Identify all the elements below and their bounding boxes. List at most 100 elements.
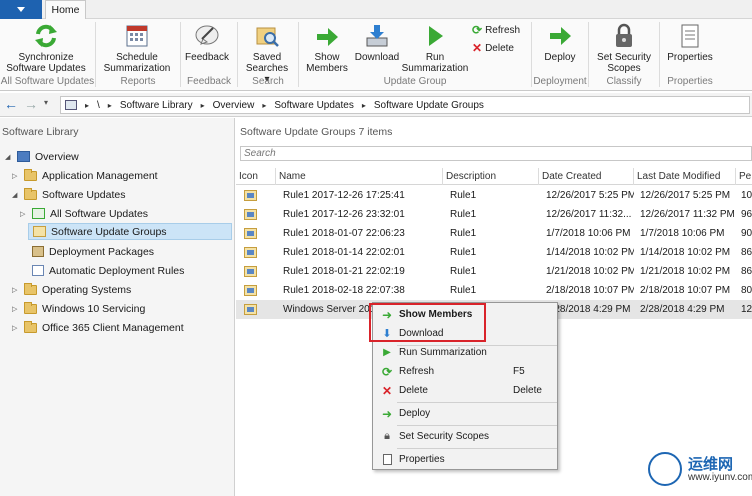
group-label-all-software-updates: All Software Updates — [0, 76, 95, 87]
expand-triangle-icon[interactable]: ▷ — [12, 172, 20, 180]
search-input[interactable]: Search — [240, 146, 752, 161]
collapse-triangle-icon[interactable]: ◢ — [5, 153, 13, 161]
cell-percent: 80 — [741, 285, 752, 296]
column-header-percent[interactable]: Pe — [736, 168, 752, 185]
table-row[interactable]: Rule1 2018-01-07 22:06:23 Rule1 1/7/2018… — [236, 224, 752, 243]
cell-name: Rule1 2018-02-18 22:07:38 — [283, 285, 405, 296]
expand-triangle-icon[interactable]: ▷ — [20, 210, 28, 218]
tree-item-software-updates[interactable]: ◢ Software Updates — [12, 186, 125, 203]
breadcrumb-separator: ▸ — [107, 100, 112, 110]
cell-percent: 10 — [741, 190, 752, 201]
ribbon-button-label: Properties — [667, 52, 713, 63]
menu-item-delete[interactable]: ✕ Delete Delete — [373, 381, 557, 400]
breadcrumb-software-update-groups[interactable]: Software Update Groups — [374, 100, 484, 111]
menu-item-label: Set Security Scopes — [399, 431, 490, 442]
application-menu-button[interactable] — [0, 0, 42, 19]
breadcrumb-separator: ▸ — [262, 100, 267, 110]
table-row[interactable]: Rule1 2017-12-26 23:32:01 Rule1 12/26/20… — [236, 205, 752, 224]
table-row[interactable]: Rule1 2018-02-18 22:07:38 Rule1 2/18/201… — [236, 281, 752, 300]
breadcrumb[interactable]: ▸ \ ▸ Software Library ▸ Overview ▸ Soft… — [60, 96, 750, 114]
deploy-icon: ➜ — [381, 406, 393, 421]
column-header-icon[interactable]: Icon — [236, 168, 276, 185]
tree-item-label: Software Updates — [42, 188, 126, 201]
cell-description: Rule1 — [450, 190, 477, 201]
menu-item-label: Run Summarization — [399, 347, 487, 358]
collapse-triangle-icon[interactable]: ◢ — [12, 191, 20, 199]
group-label-feedback: Feedback — [187, 76, 231, 87]
table-row[interactable]: Rule1 2017-12-26 17:25:41 Rule1 12/26/20… — [236, 186, 752, 205]
column-header-name[interactable]: Name — [276, 168, 443, 185]
forward-arrow-icon[interactable]: → — [24, 96, 38, 112]
cell-last-modified: 12/26/2017 11:32 PM — [640, 209, 735, 220]
tree-item-label: Deployment Packages — [49, 245, 155, 258]
calendar-icon — [126, 25, 148, 47]
delete-button[interactable]: ✕ Delete — [472, 41, 514, 55]
delete-icon: ✕ — [381, 383, 393, 398]
breadcrumb-root[interactable]: \ — [97, 100, 100, 111]
table-row[interactable]: Rule1 2018-01-14 22:02:01 Rule1 1/14/201… — [236, 243, 752, 262]
tree-item-deployment-packages[interactable]: Deployment Packages — [32, 243, 154, 260]
cell-name: Rule1 2018-01-14 22:02:01 — [283, 247, 405, 258]
table-row[interactable]: Rule1 2018-01-21 22:02:19 Rule1 1/21/201… — [236, 262, 752, 281]
cell-date-created: 1/7/2018 10:06 PM — [546, 228, 631, 239]
cell-description: Rule1 — [450, 247, 477, 258]
synchronize-software-updates-button[interactable]: Synchronize Software Updates — [6, 22, 86, 74]
schedule-summarization-button[interactable]: Schedule Summarization — [101, 22, 173, 74]
address-bar: ← → ▾ ▸ \ ▸ Software Library ▸ Overview … — [0, 93, 752, 117]
back-arrow-icon[interactable]: ← — [4, 96, 18, 112]
column-header-description[interactable]: Description — [443, 168, 539, 185]
shortcut-f5: F5 — [513, 366, 525, 377]
menu-item-label: Refresh — [399, 366, 435, 377]
tree-item-all-software-updates[interactable]: ▷ All Software Updates — [20, 205, 148, 222]
expand-triangle-icon[interactable]: ▷ — [12, 305, 20, 313]
tree-item-windows-10-servicing[interactable]: ▷ Windows 10 Servicing — [12, 300, 145, 317]
tree-item-application-management[interactable]: ▷ Application Management — [12, 167, 158, 184]
tree-item-office-365-client-management[interactable]: ▷ Office 365 Client Management — [12, 319, 184, 336]
menu-item-properties[interactable]: Properties — [373, 450, 557, 469]
shortcut-delete: Delete — [513, 385, 542, 396]
tree-item-operating-systems[interactable]: ▷ Operating Systems — [12, 281, 131, 298]
refresh-icon: ⟳ — [472, 23, 483, 37]
tree-item-label: Operating Systems — [42, 283, 132, 296]
ribbon: Synchronize Software Updates Schedule Su… — [0, 19, 752, 91]
column-header-last-date-modified[interactable]: Last Date Modified — [634, 168, 736, 185]
watermark-brand: 运维网 — [688, 456, 734, 473]
menu-item-set-security-scopes[interactable]: 🔒︎ Set Security Scopes — [373, 427, 557, 446]
watermark: 运维网 www.iyunv.com — [648, 450, 752, 490]
breadcrumb-software-updates[interactable]: Software Updates — [274, 100, 354, 111]
update-group-icon — [244, 190, 257, 201]
refresh-button[interactable]: ⟳ Refresh — [472, 23, 520, 37]
history-dropdown-icon[interactable]: ▾ — [44, 98, 48, 107]
menu-item-deploy[interactable]: ➜ Deploy — [373, 404, 557, 423]
tab-home[interactable]: Home — [45, 0, 86, 20]
cell-name: Rule1 2018-01-21 22:02:19 — [283, 266, 405, 277]
breadcrumb-software-library[interactable]: Software Library — [120, 100, 193, 111]
menu-item-refresh[interactable]: ⟳ Refresh F5 — [373, 362, 557, 381]
delete-icon: ✕ — [472, 41, 483, 55]
tree-item-overview[interactable]: ◢ Overview — [5, 148, 79, 165]
menu-item-run-summarization[interactable]: ▶ Run Summarization — [373, 343, 557, 362]
deploy-button[interactable]: Deploy — [538, 22, 582, 63]
ribbon-button-label: Synchronize Software Updates — [6, 52, 86, 74]
group-label-reports: Reports — [120, 76, 156, 87]
download-button[interactable]: Download — [352, 22, 402, 63]
folder-icon — [24, 301, 37, 314]
cell-date-created: 1/21/2018 10:02 PM — [546, 266, 634, 277]
deploy-icon — [550, 27, 571, 45]
table-header: Icon Name Description Date Created Last … — [236, 168, 752, 185]
feedback-button[interactable]: Feedback — [184, 22, 230, 63]
ribbon-button-label: Run Summarization — [401, 52, 469, 74]
cell-date-created: 2/18/2018 10:07 PM — [546, 285, 634, 296]
group-label-classify: Classify — [606, 76, 642, 87]
breadcrumb-overview[interactable]: Overview — [213, 100, 255, 111]
set-security-scopes-button[interactable]: Set Security Scopes — [594, 22, 654, 74]
expand-triangle-icon[interactable]: ▷ — [12, 324, 20, 332]
show-members-button[interactable]: Show Members — [304, 22, 350, 74]
column-header-date-created[interactable]: Date Created — [539, 168, 634, 185]
tree-item-software-update-groups[interactable]: Software Update Groups — [28, 223, 232, 240]
expand-triangle-icon[interactable]: ▷ — [12, 286, 20, 294]
properties-button[interactable]: Properties — [664, 22, 716, 63]
tree-item-automatic-deployment-rules[interactable]: Automatic Deployment Rules — [32, 262, 184, 279]
cell-description: Rule1 — [450, 209, 477, 220]
run-summarization-button[interactable]: Run Summarization — [400, 22, 470, 74]
